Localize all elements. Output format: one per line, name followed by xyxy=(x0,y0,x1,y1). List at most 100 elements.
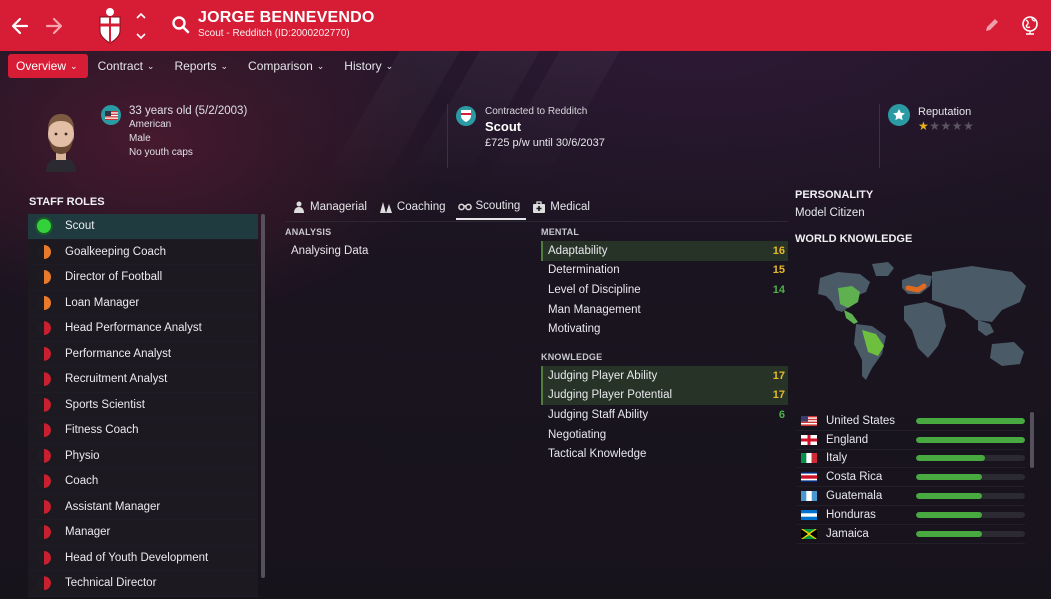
staff-role-item[interactable]: Coach xyxy=(28,469,258,495)
role-suitability-icon xyxy=(37,321,51,336)
country-knowledge-row[interactable]: Costa Rica xyxy=(797,468,1025,488)
attribute-value: 6 xyxy=(778,408,785,421)
staff-role-item[interactable]: Head Performance Analyst xyxy=(28,316,258,342)
attribute-row[interactable]: Motivating xyxy=(541,319,788,339)
role-suitability-icon xyxy=(37,295,51,310)
attribute-row[interactable]: Level of Discipline 14 xyxy=(541,280,788,300)
personal-info: 33 years old (5/2/2003) American Male No… xyxy=(129,104,247,160)
attribute-label: Judging Player Potential xyxy=(548,389,673,402)
globe-icon[interactable] xyxy=(1019,14,1041,36)
age-text: 33 years old (5/2/2003) xyxy=(129,105,248,117)
nav-tabs: Overview ⌄ Contract ⌄ Reports ⌄ Comparison ⌄… xyxy=(8,54,405,78)
world-knowledge-scrollbar[interactable] xyxy=(1030,412,1034,468)
attribute-row[interactable]: Negotiating xyxy=(541,425,788,445)
chevron-down-icon: ⌄ xyxy=(70,60,78,71)
attribute-row[interactable]: Judging Staff Ability 6 xyxy=(541,405,788,425)
tab-contract[interactable]: Contract ⌄ xyxy=(90,54,165,78)
staff-role-item[interactable]: Fitness Coach xyxy=(28,418,258,444)
contract-label: Contracted to Redditch xyxy=(485,106,588,117)
tab-overview[interactable]: Overview ⌄ xyxy=(8,54,88,78)
staff-role-item[interactable]: Scout xyxy=(28,214,258,240)
role-suitability-icon xyxy=(37,448,51,463)
staff-roles-list: Scout Goalkeeping Coach Director of Footba… xyxy=(28,214,258,597)
staff-role-label: Head Performance Analyst xyxy=(65,322,202,335)
attribute-row[interactable]: Adaptability 16 xyxy=(541,241,788,261)
staff-role-item[interactable]: Director of Football xyxy=(28,265,258,291)
roles-scrollbar[interactable] xyxy=(261,214,265,578)
nationality-text: American xyxy=(129,119,172,130)
country-name: Costa Rica xyxy=(826,471,883,484)
attribute-row[interactable]: Judging Player Potential 17 xyxy=(541,385,788,406)
attribute-row[interactable]: Judging Player Ability 17 xyxy=(541,366,788,386)
country-knowledge-row[interactable]: Honduras xyxy=(797,506,1025,525)
staff-role-item[interactable]: Performance Analyst xyxy=(28,341,258,367)
knowledge-bar xyxy=(916,493,1025,500)
tab-medical[interactable]: Medical xyxy=(530,194,596,220)
tab-label: History xyxy=(344,59,382,73)
forward-button[interactable] xyxy=(37,0,71,51)
tab-label: Overview xyxy=(16,59,67,73)
country-knowledge-row[interactable]: England xyxy=(797,431,1025,450)
staff-role-label: Head of Youth Development xyxy=(65,551,209,564)
tab-comparison[interactable]: Comparison ⌄ xyxy=(240,54,334,78)
country-knowledge-row[interactable]: Italy xyxy=(797,450,1025,469)
arrow-right-icon xyxy=(45,17,63,34)
tab-label: Contract xyxy=(97,59,143,73)
chevron-down-icon: ⌄ xyxy=(146,60,155,71)
tab-managerial[interactable]: Managerial xyxy=(290,194,373,220)
staff-role-item[interactable]: Assistant Manager xyxy=(28,494,258,520)
tab-scouting[interactable]: Scouting xyxy=(455,194,527,220)
attribute-label: Judging Player Ability xyxy=(548,369,658,382)
knowledge-bar-fill xyxy=(916,455,985,462)
country-knowledge-row[interactable]: United States xyxy=(797,412,1025,431)
role-suitability-icon xyxy=(37,219,51,234)
tab-history[interactable]: History ⌄ xyxy=(336,54,403,78)
attribute-value: 17 xyxy=(772,369,785,382)
staff-role-item[interactable]: Head of Youth Development xyxy=(28,545,258,571)
knowledge-bar-fill xyxy=(916,493,983,500)
chevron-down-icon[interactable] xyxy=(136,33,146,39)
nationality-flag-icon xyxy=(101,105,121,125)
attribute-label: Negotiating xyxy=(548,428,607,441)
star-icon: ★ xyxy=(918,119,930,133)
staff-role-item[interactable]: Manager xyxy=(28,520,258,546)
country-flag-icon xyxy=(801,491,817,502)
country-name: Honduras xyxy=(826,508,876,521)
attribute-row[interactable]: Tactical Knowledge xyxy=(541,444,788,464)
personality-value: Model Citizen xyxy=(795,207,865,219)
tab-label: Scouting xyxy=(475,200,521,212)
staff-roles-heading: STAFF ROLES xyxy=(29,196,105,208)
staff-role-item[interactable]: Physio xyxy=(28,443,258,469)
attribute-row[interactable]: Determination 15 xyxy=(541,261,788,281)
attribute-row[interactable]: Man Management xyxy=(541,300,788,320)
country-knowledge-row[interactable]: Jamaica xyxy=(797,525,1025,544)
country-knowledge-row[interactable]: Guatemala xyxy=(797,487,1025,506)
gender-text: Male xyxy=(129,133,151,144)
knowledge-bar-fill xyxy=(916,417,1025,424)
club-switcher[interactable] xyxy=(134,13,148,39)
staff-role-item[interactable]: Goalkeeping Coach xyxy=(28,239,258,265)
tab-reports[interactable]: Reports ⌄ xyxy=(166,54,238,78)
back-button[interactable] xyxy=(3,0,37,51)
knowledge-bar xyxy=(916,455,1025,462)
chevron-up-icon[interactable] xyxy=(136,13,146,19)
role-suitability-icon xyxy=(37,423,51,438)
personality-heading: PERSONALITY xyxy=(795,189,874,201)
reputation-stars: ★★★★★ xyxy=(918,119,974,133)
country-flag-icon xyxy=(801,472,817,483)
tab-label: Medical xyxy=(550,201,590,213)
staff-role-item[interactable]: Technical Director xyxy=(28,571,258,597)
tab-coaching[interactable]: Coaching xyxy=(377,194,452,220)
divider xyxy=(879,104,880,168)
search-icon[interactable] xyxy=(171,15,191,35)
role-suitability-icon xyxy=(37,499,51,514)
tab-label: Managerial xyxy=(310,201,367,213)
pencil-icon[interactable] xyxy=(983,16,1001,34)
staff-portrait xyxy=(46,114,76,172)
club-crest-icon[interactable] xyxy=(95,5,125,45)
staff-role-item[interactable]: Loan Manager xyxy=(28,290,258,316)
knowledge-bar-fill xyxy=(916,436,1025,443)
staff-role-item[interactable]: Sports Scientist xyxy=(28,392,258,418)
staff-role-item[interactable]: Recruitment Analyst xyxy=(28,367,258,393)
chevron-down-icon: ⌄ xyxy=(220,60,229,71)
